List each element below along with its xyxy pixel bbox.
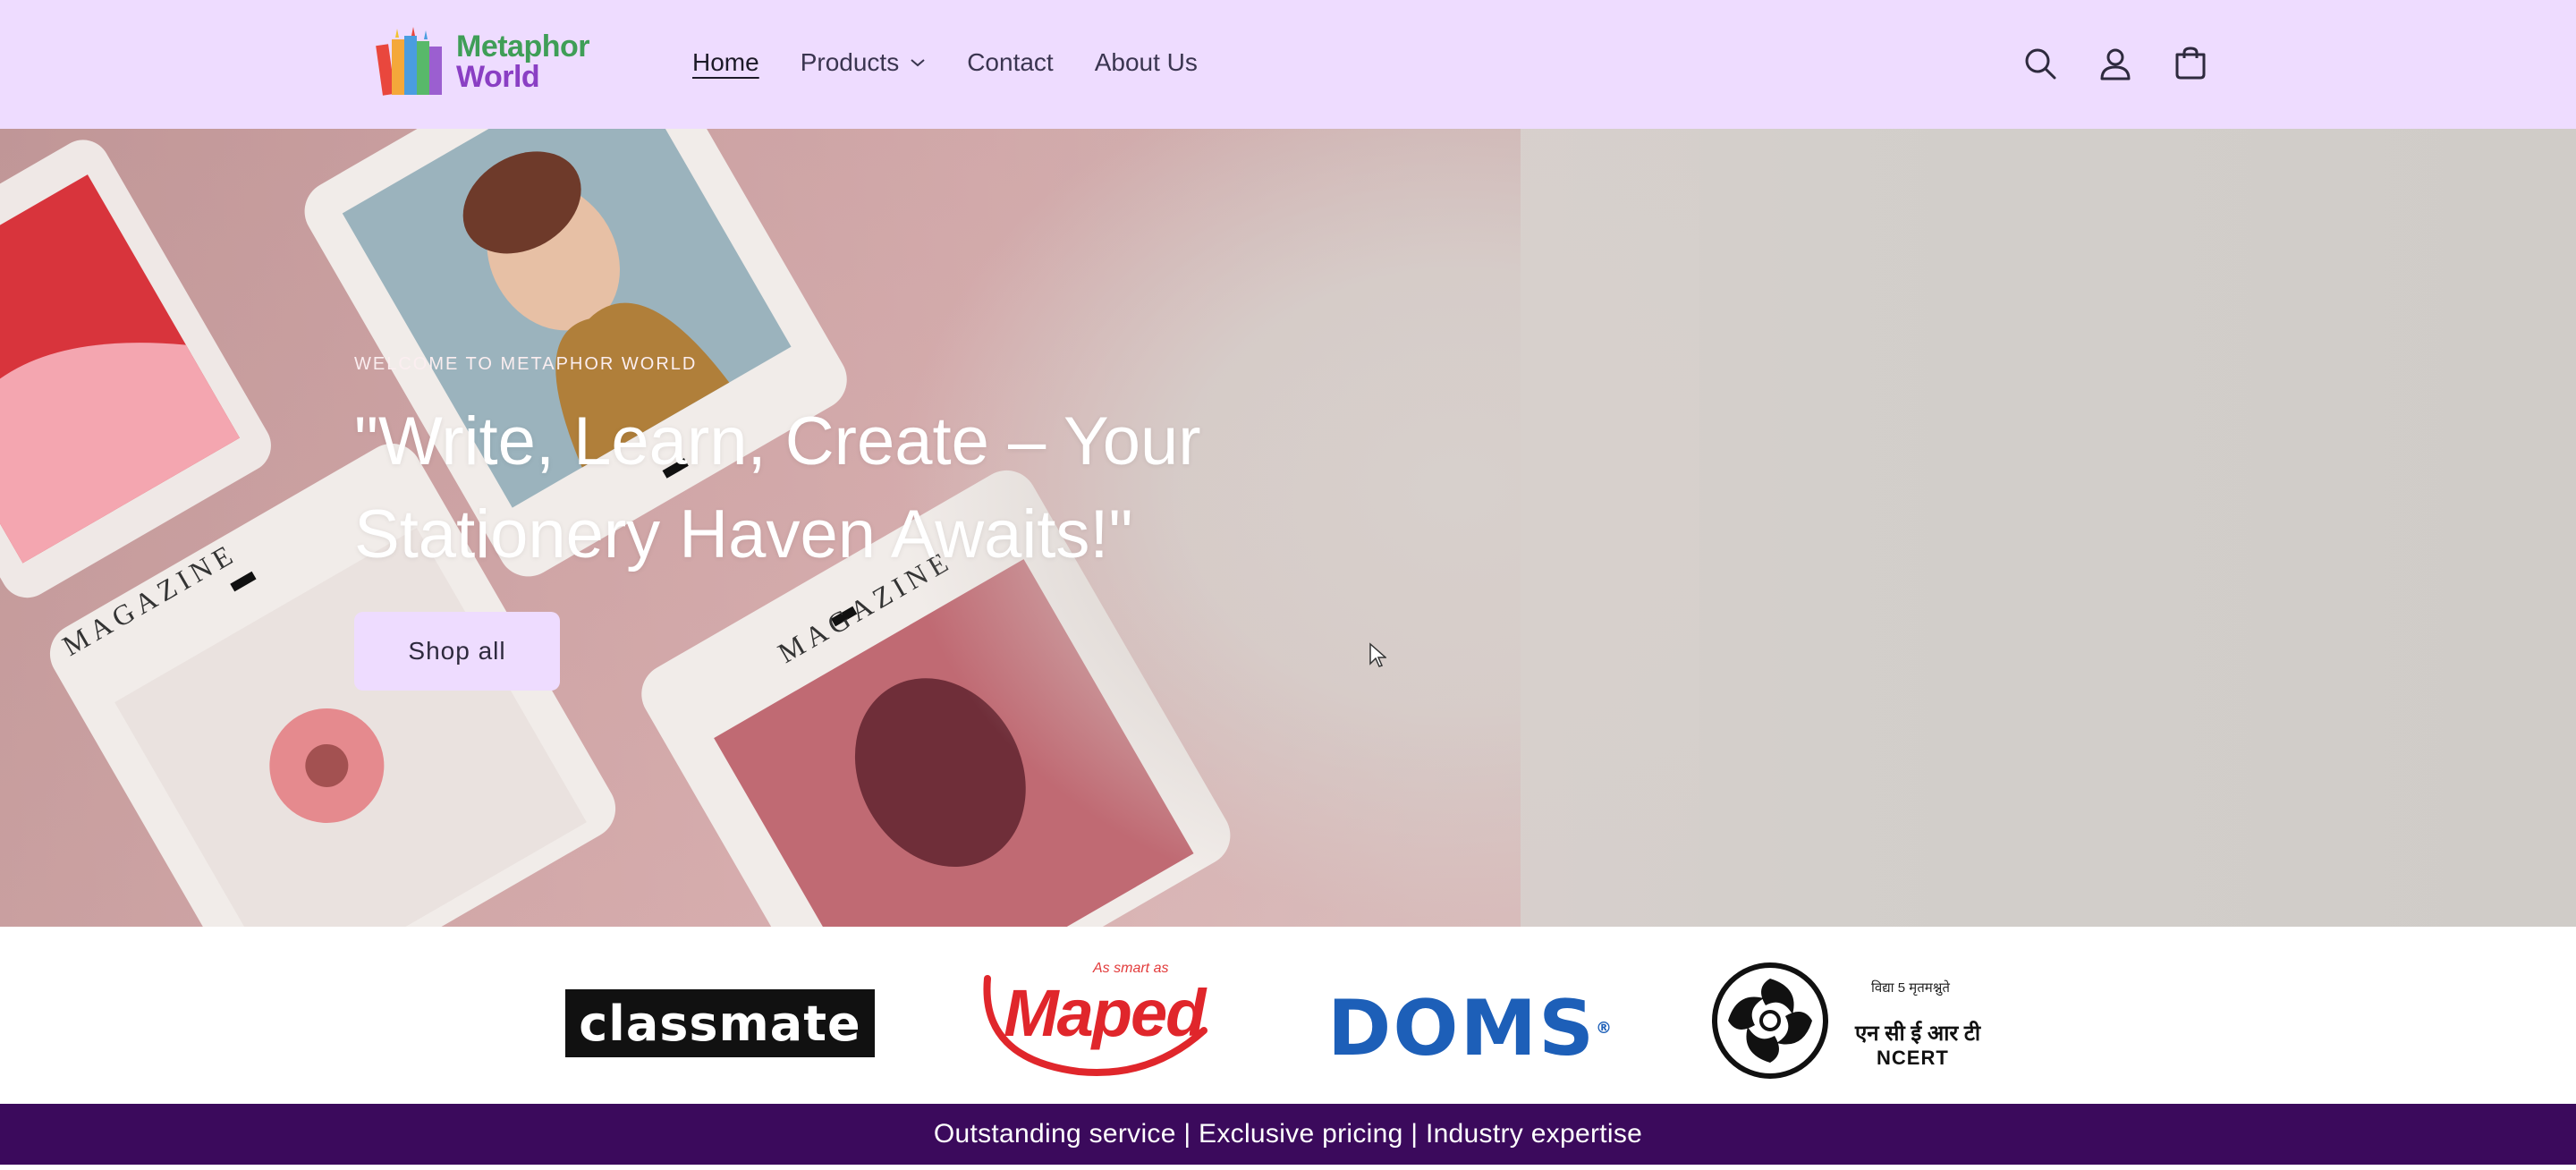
header-icons — [2018, 41, 2243, 86]
ncert-motto: विद्या 5 मृतमश्नुते — [1871, 980, 1950, 996]
registered-icon: ® — [1596, 1019, 1614, 1038]
nav-contact[interactable]: Contact — [967, 48, 1054, 77]
cart-icon — [2175, 47, 2206, 80]
nav-products-label: Products — [800, 48, 900, 76]
doms-logo[interactable]: DOMS® — [1327, 984, 1631, 1073]
chevron-down-icon — [911, 59, 925, 67]
hero-eyebrow: WELCOME TO METAPHOR WORLD — [354, 354, 698, 374]
search-button[interactable] — [2018, 41, 2063, 86]
page-bottom-edge — [0, 1165, 2576, 1170]
logo-text-world: World — [456, 60, 540, 94]
main-nav: Home Products Contact About Us — [692, 45, 1239, 81]
doms-wordmark: DOMS — [1327, 984, 1597, 1073]
nav-home[interactable]: Home — [692, 48, 759, 77]
hero-banner: MAGAZINE MAGAZINE WELCOME TO METAPHOR WO… — [0, 129, 2576, 927]
nav-products[interactable]: Products — [801, 48, 927, 77]
ncert-seal-icon — [1712, 962, 1828, 1079]
maped-logo[interactable]: As smart as Maped — [980, 961, 1216, 1081]
cart-button[interactable] — [2168, 41, 2213, 86]
account-icon — [2100, 48, 2131, 81]
maped-swoosh-icon — [983, 975, 1208, 1076]
hero-headline: "Write, Learn, Create – Your Stationery … — [354, 403, 1201, 572]
announcement-bar: Outstanding service | Exclusive pricing … — [0, 1104, 2576, 1165]
brand-logos-strip: classmate As smart as Maped DOMS® विद्या… — [0, 927, 2576, 1104]
classmate-logo[interactable]: classmate — [565, 989, 875, 1057]
ncert-english-name: NCERT — [1877, 1047, 1949, 1069]
mouse-cursor-icon — [1369, 642, 1386, 667]
search-icon — [2025, 48, 2056, 80]
site-header: Metaphor World Home Products Contact Abo… — [0, 0, 2576, 130]
ncert-hindi-name: एन सी ई आर टी — [1855, 1022, 1981, 1046]
books-logo-icon — [376, 27, 442, 96]
account-button[interactable] — [2093, 41, 2138, 86]
logo-text-metaphor: Metaphor — [456, 30, 590, 64]
announcement-text: Outstanding service | Exclusive pricing … — [933, 1119, 1643, 1149]
site-logo[interactable]: Metaphor World — [374, 21, 608, 100]
shop-all-button[interactable]: Shop all — [354, 612, 560, 691]
nav-about-us[interactable]: About Us — [1095, 48, 1198, 77]
ncert-logo[interactable]: विद्या 5 मृतमश्नुते एन सी ई आर टी NCERT — [1710, 961, 2005, 1081]
